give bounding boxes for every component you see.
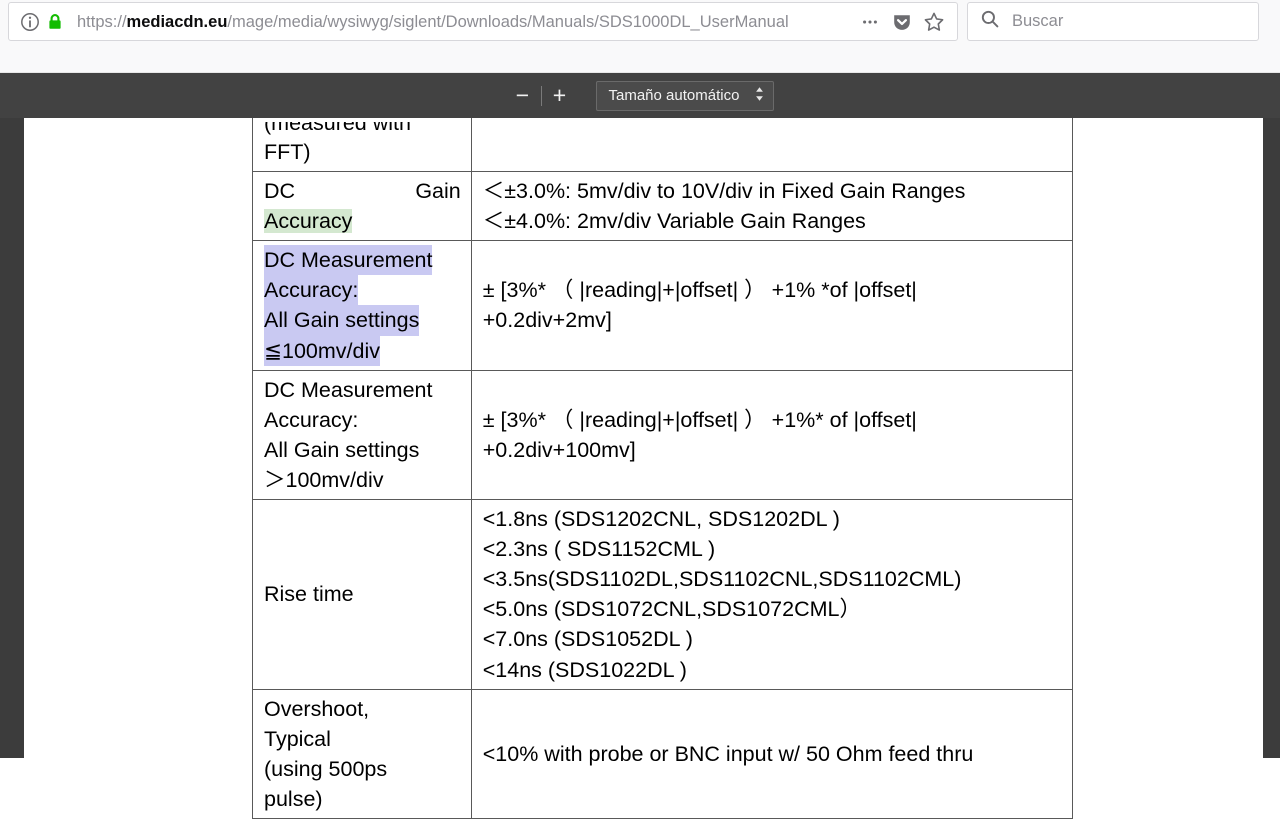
updown-arrows-icon (754, 85, 765, 107)
selected-text: ≦100mv/div (264, 335, 381, 366)
row-value-cell: ± [3%* （ |reading|+|offset| ） +1%* of |o… (470, 369, 1074, 501)
row-label-line: Rise time (264, 582, 354, 607)
row-value-line: +0.2div+2mv] (482, 308, 612, 333)
row-value-line: ＜±4.0%: 2mv/div Variable Gain Ranges (482, 209, 866, 234)
row-label-line: Accuracy: (264, 407, 359, 432)
star-outline-icon[interactable] (919, 7, 949, 37)
selected-text: All Gain settings (264, 305, 420, 336)
address-bar[interactable]: https://mediacdn.eu/mage/media/wysiwyg/s… (8, 2, 958, 41)
table-row: Overshoot, Typical (using 500ps pulse) <… (252, 688, 1074, 819)
row-value-cell: ± [3%* （ |reading|+|offset| ） +1% *of |o… (470, 240, 1074, 371)
row-label-line: ＞100mv/div (264, 467, 384, 492)
row-label-line: All Gain settings (264, 437, 420, 462)
row-value-line: ± [3%* （ |reading|+|offset| ） +1%* of |o… (482, 407, 917, 432)
row-value-line: <1.8ns (SDS1202CNL, SDS1202DL ) (482, 507, 840, 532)
row-label-line: All Gain settings (264, 305, 461, 336)
zoom-scale-select[interactable]: Tamaño automático (595, 80, 774, 111)
row-label-line: Accuracy: (264, 275, 461, 306)
row-value-line: <10% with probe or BNC input w/ 50 Ohm f… (482, 741, 974, 766)
row-label-cell: Overshoot, Typical (using 500ps pulse) (252, 688, 472, 819)
clipped-text-line: (measured with (264, 122, 411, 135)
pdf-toolbar: − + Tamaño automático (0, 73, 1280, 118)
row-label-line: DC Gain (264, 179, 461, 204)
row-value-line: ＜±3.0%: 5mv/div to 10V/div in Fixed Gain… (482, 179, 966, 204)
url-prefix: https:// (77, 12, 127, 31)
row-value-line: <3.5ns(SDS1102DL,SDS1102CNL,SDS1102CML) (482, 567, 962, 592)
row-value-line: +0.2div+100mv] (482, 437, 636, 462)
zoom-out-button[interactable]: − (507, 82, 539, 110)
zoom-in-button[interactable]: + (544, 82, 576, 110)
row-value-cell: <10% with probe or BNC input w/ 50 Ohm f… (470, 688, 1074, 819)
row-value-line: <2.3ns ( SDS1152CML ) (482, 537, 716, 562)
pocket-shield-icon[interactable] (887, 7, 917, 37)
browser-chrome: https://mediacdn.eu/mage/media/wysiwyg/s… (0, 0, 1280, 73)
row-value-cell: <1.8ns (SDS1202CNL, SDS1202DL ) <2.3ns (… (470, 499, 1074, 690)
url-text[interactable]: https://mediacdn.eu/mage/media/wysiwyg/s… (77, 11, 855, 33)
row-value-line: <7.0ns (SDS1052DL ) (482, 627, 693, 652)
row-value-cell: ＜±3.0%: 5mv/div to 10V/div in Fixed Gain… (470, 171, 1074, 242)
ellipsis-icon[interactable] (855, 7, 885, 37)
table-row: DC Measurement Accuracy: All Gain settin… (252, 369, 1074, 501)
row-label-line: Typical (264, 726, 331, 751)
url-host: mediacdn.eu (126, 12, 228, 31)
toolbar-separator (540, 85, 542, 106)
table-row: DC Measurement Accuracy: All Gain settin… (252, 240, 1074, 371)
row-label-line: Overshoot, (264, 696, 370, 721)
row-label-cell: Rise time (252, 499, 472, 690)
search-bar[interactable] (967, 2, 1259, 41)
row-label-line: FFT) (264, 140, 311, 164)
green-highlight: Accuracy (264, 209, 353, 234)
row-label-line: pulse) (264, 786, 323, 811)
selected-text: DC Measurement (264, 245, 433, 276)
row-label-cell[interactable]: DC Measurement Accuracy: All Gain settin… (252, 240, 472, 371)
row-value-line: <14ns (SDS1022DL ) (482, 657, 687, 682)
table-row: (measured with FFT) (252, 118, 1074, 173)
url-actions (855, 7, 949, 37)
row-label-cell: DC Gain Accuracy (252, 171, 472, 242)
search-icon (980, 9, 1000, 34)
info-circle-icon[interactable] (19, 11, 41, 33)
row-label-cell: (measured with FFT) (252, 118, 472, 173)
row-label-line: (using 500ps (264, 756, 388, 781)
search-input[interactable] (1012, 12, 1232, 31)
padlock-icon[interactable] (45, 12, 65, 32)
specifications-table: (measured with FFT) DC Gain Accuracy ＜±3… (252, 118, 1074, 819)
row-value-cell (470, 118, 1074, 173)
table-row: DC Gain Accuracy ＜±3.0%: 5mv/div to 10V/… (252, 171, 1074, 242)
table-row: Rise time <1.8ns (SDS1202CNL, SDS1202DL … (252, 499, 1074, 690)
selected-text: Accuracy: (264, 275, 359, 306)
zoom-scale-value: Tamaño automático (608, 87, 740, 104)
row-label-line: DC Measurement (264, 377, 433, 402)
row-label-line: Accuracy (264, 206, 461, 236)
row-label-cell: DC Measurement Accuracy: All Gain settin… (252, 369, 472, 501)
url-path: /mage/media/wysiwyg/siglent/Downloads/Ma… (227, 12, 789, 31)
row-label-line: ≦100mv/div (264, 335, 461, 366)
row-label-line: DC Measurement (264, 245, 461, 276)
row-value-line: <5.0ns (SDS1072CNL,SDS1072CML） (482, 597, 861, 622)
row-value-line: ± [3%* （ |reading|+|offset| ） +1% *of |o… (482, 278, 917, 303)
